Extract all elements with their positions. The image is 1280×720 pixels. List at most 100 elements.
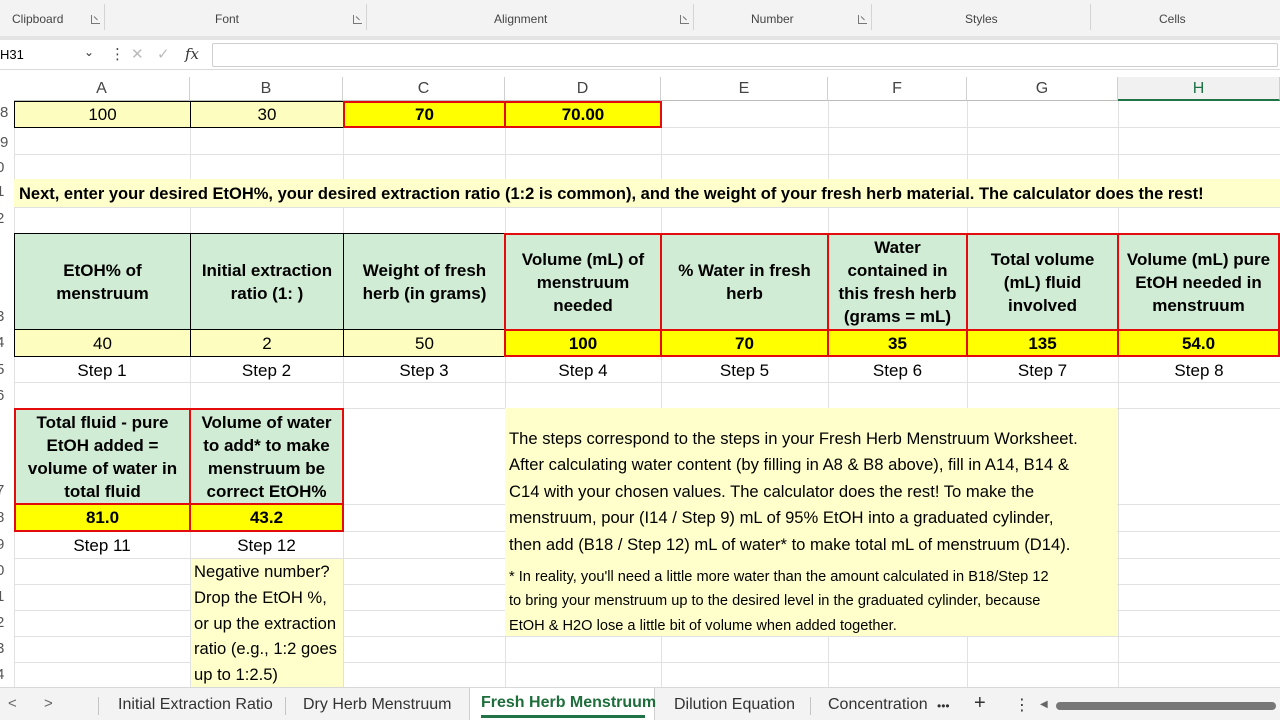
row-header[interactable]: 3 <box>0 640 10 657</box>
negative-number-note[interactable]: Negative number? Drop the EtOH %, or up … <box>191 559 343 687</box>
instructions-note[interactable]: The steps correspond to the steps in you… <box>505 408 1117 636</box>
formula-input[interactable] <box>212 43 1278 67</box>
tab-dilution-equation[interactable]: Dilution Equation <box>674 696 795 714</box>
column-header-g[interactable]: G <box>967 77 1118 101</box>
column-header-d[interactable]: D <box>505 77 661 101</box>
number-dialog-launcher-icon[interactable] <box>858 15 867 24</box>
tab-concentration[interactable]: Concentration <box>828 696 928 714</box>
horizontal-scrollbar[interactable]: ◀ <box>1040 699 1276 710</box>
row-header[interactable]: 2 <box>0 614 10 631</box>
step-label[interactable]: Step 2 <box>190 357 343 383</box>
cell-e14[interactable]: 70 <box>660 329 829 357</box>
cell-c14[interactable]: 50 <box>343 329 506 357</box>
step-label[interactable]: Step 4 <box>505 357 661 383</box>
step-label[interactable]: Step 3 <box>343 357 505 383</box>
cell-d14[interactable]: 100 <box>504 329 662 357</box>
step-label[interactable]: Step 11 <box>14 532 190 558</box>
header-total-volume[interactable]: Total volume (mL) fluid involved <box>966 233 1119 331</box>
cell-d8[interactable]: 70.00 <box>504 101 662 128</box>
row-header[interactable]: 8 <box>0 509 10 526</box>
row-header[interactable]: 7 <box>0 482 10 499</box>
note-line: up to 1:2.5) <box>194 665 278 685</box>
sheet-options-icon[interactable]: ⋮ <box>1014 695 1030 715</box>
step-label[interactable]: Step 8 <box>1118 357 1280 383</box>
row-header[interactable]: 0 <box>0 562 10 579</box>
ribbon-group-styles: Styles <box>965 12 998 26</box>
note-line: Negative number? <box>194 562 330 581</box>
step-label[interactable]: Step 5 <box>661 357 828 383</box>
scrollbar-thumb[interactable] <box>1056 702 1276 710</box>
header-water-contained[interactable]: Water contained in this fresh herb (grams =… <box>827 233 968 331</box>
header-line: this fresh herb <box>838 284 957 303</box>
row-header[interactable]: 1 <box>0 183 10 200</box>
header-line: herb (in grams) <box>362 283 487 303</box>
tab-fresh-herb-menstruum[interactable]: Fresh Herb Menstruum <box>469 688 656 720</box>
alignment-dialog-launcher-icon[interactable] <box>680 15 689 24</box>
column-header-f[interactable]: F <box>828 77 967 101</box>
row-header[interactable]: 8 <box>0 104 14 121</box>
insert-function-icon[interactable]: fx <box>185 45 199 63</box>
row-header[interactable]: 9 <box>0 536 10 553</box>
header-extraction-ratio[interactable]: Initial extraction ratio (1: ) <box>190 233 344 330</box>
column-header-h[interactable]: H <box>1118 77 1280 101</box>
column-header-b[interactable]: B <box>190 77 343 101</box>
worksheet-grid[interactable]: A B C D E F G H 8 9 0 1 2 3 4 5 6 7 8 9 … <box>0 77 1280 687</box>
more-options-icon[interactable]: ⋮ <box>110 45 125 63</box>
header-line: (mL) fluid <box>1003 272 1082 292</box>
cell-a8[interactable]: 100 <box>14 101 191 128</box>
row-header[interactable]: 2 <box>0 210 10 227</box>
cell-a14[interactable]: 40 <box>14 329 191 357</box>
column-header-c[interactable]: C <box>343 77 505 101</box>
row-header[interactable]: 5 <box>0 361 10 378</box>
cell-a18[interactable]: 81.0 <box>14 503 191 532</box>
enter-icon[interactable]: ✓ <box>157 45 170 63</box>
column-header-a[interactable]: A <box>14 77 190 101</box>
row-header[interactable]: 6 <box>0 387 10 404</box>
header-line: total fluid <box>64 481 141 501</box>
row-header[interactable]: 3 <box>0 308 10 325</box>
next-sheet-icon[interactable]: > <box>44 695 53 712</box>
step-label[interactable]: Step 1 <box>14 357 190 383</box>
cell-c8[interactable]: 70 <box>343 101 506 128</box>
row-header[interactable]: 9 <box>0 134 14 151</box>
step-label[interactable]: Step 12 <box>190 532 343 558</box>
row-header[interactable]: 4 <box>0 666 10 683</box>
header-pure-etoh[interactable]: Volume (mL) pure EtOH needed in menstruum <box>1117 233 1280 331</box>
chevron-down-icon[interactable]: ⌄ <box>84 45 94 59</box>
step-label[interactable]: Step 7 <box>967 357 1118 383</box>
cell-f14[interactable]: 35 <box>827 329 968 357</box>
cell-b8[interactable]: 30 <box>190 101 344 128</box>
header-water-percent[interactable]: % Water in fresh herb <box>660 233 829 331</box>
cell-b18[interactable]: 43.2 <box>189 503 344 532</box>
add-sheet-icon[interactable]: + <box>974 692 986 715</box>
header-line: menstruum be <box>207 458 326 478</box>
header-line: EtOH added = <box>46 435 159 455</box>
tab-dry-herb-menstruum[interactable]: Dry Herb Menstruum <box>303 696 451 714</box>
more-sheets-icon[interactable]: ••• <box>937 699 950 713</box>
cell-b14[interactable]: 2 <box>190 329 344 357</box>
header-menstruum-volume[interactable]: Volume (mL) of menstruum needed <box>504 233 662 331</box>
row-header[interactable]: 1 <box>0 588 10 605</box>
step-label[interactable]: Step 6 <box>828 357 967 383</box>
row-header[interactable]: 4 <box>0 334 10 351</box>
scroll-left-icon[interactable]: ◀ <box>1040 699 1048 710</box>
cell-g14[interactable]: 135 <box>966 329 1119 357</box>
header-total-fluid[interactable]: Total fluid - pure EtOH added = volume of … <box>14 408 191 505</box>
cell-h14[interactable]: 54.0 <box>1117 329 1280 357</box>
header-line: Total fluid - pure <box>36 412 169 432</box>
header-line: (grams = mL) <box>843 307 952 326</box>
previous-sheet-icon[interactable]: < <box>8 695 17 712</box>
ribbon-group-labels: Clipboard Font Alignment Number Styles C… <box>0 0 1280 36</box>
cancel-icon[interactable]: ✕ <box>131 45 144 63</box>
header-herb-weight[interactable]: Weight of fresh herb (in grams) <box>343 233 506 330</box>
header-water-to-add[interactable]: Volume of water to add* to make menstruum … <box>189 408 344 505</box>
header-etoh-percent[interactable]: EtOH% of menstruum <box>14 233 191 330</box>
header-line: menstruum <box>536 272 630 292</box>
font-dialog-launcher-icon[interactable] <box>353 15 362 24</box>
header-line: % Water in fresh <box>678 261 811 280</box>
clipboard-dialog-launcher-icon[interactable] <box>91 15 100 24</box>
row-header[interactable]: 0 <box>0 159 10 176</box>
column-header-e[interactable]: E <box>661 77 828 101</box>
instruction-banner[interactable]: Next, enter your desired EtOH%, your des… <box>14 179 1280 207</box>
tab-initial-extraction-ratio[interactable]: Initial Extraction Ratio <box>118 696 273 714</box>
